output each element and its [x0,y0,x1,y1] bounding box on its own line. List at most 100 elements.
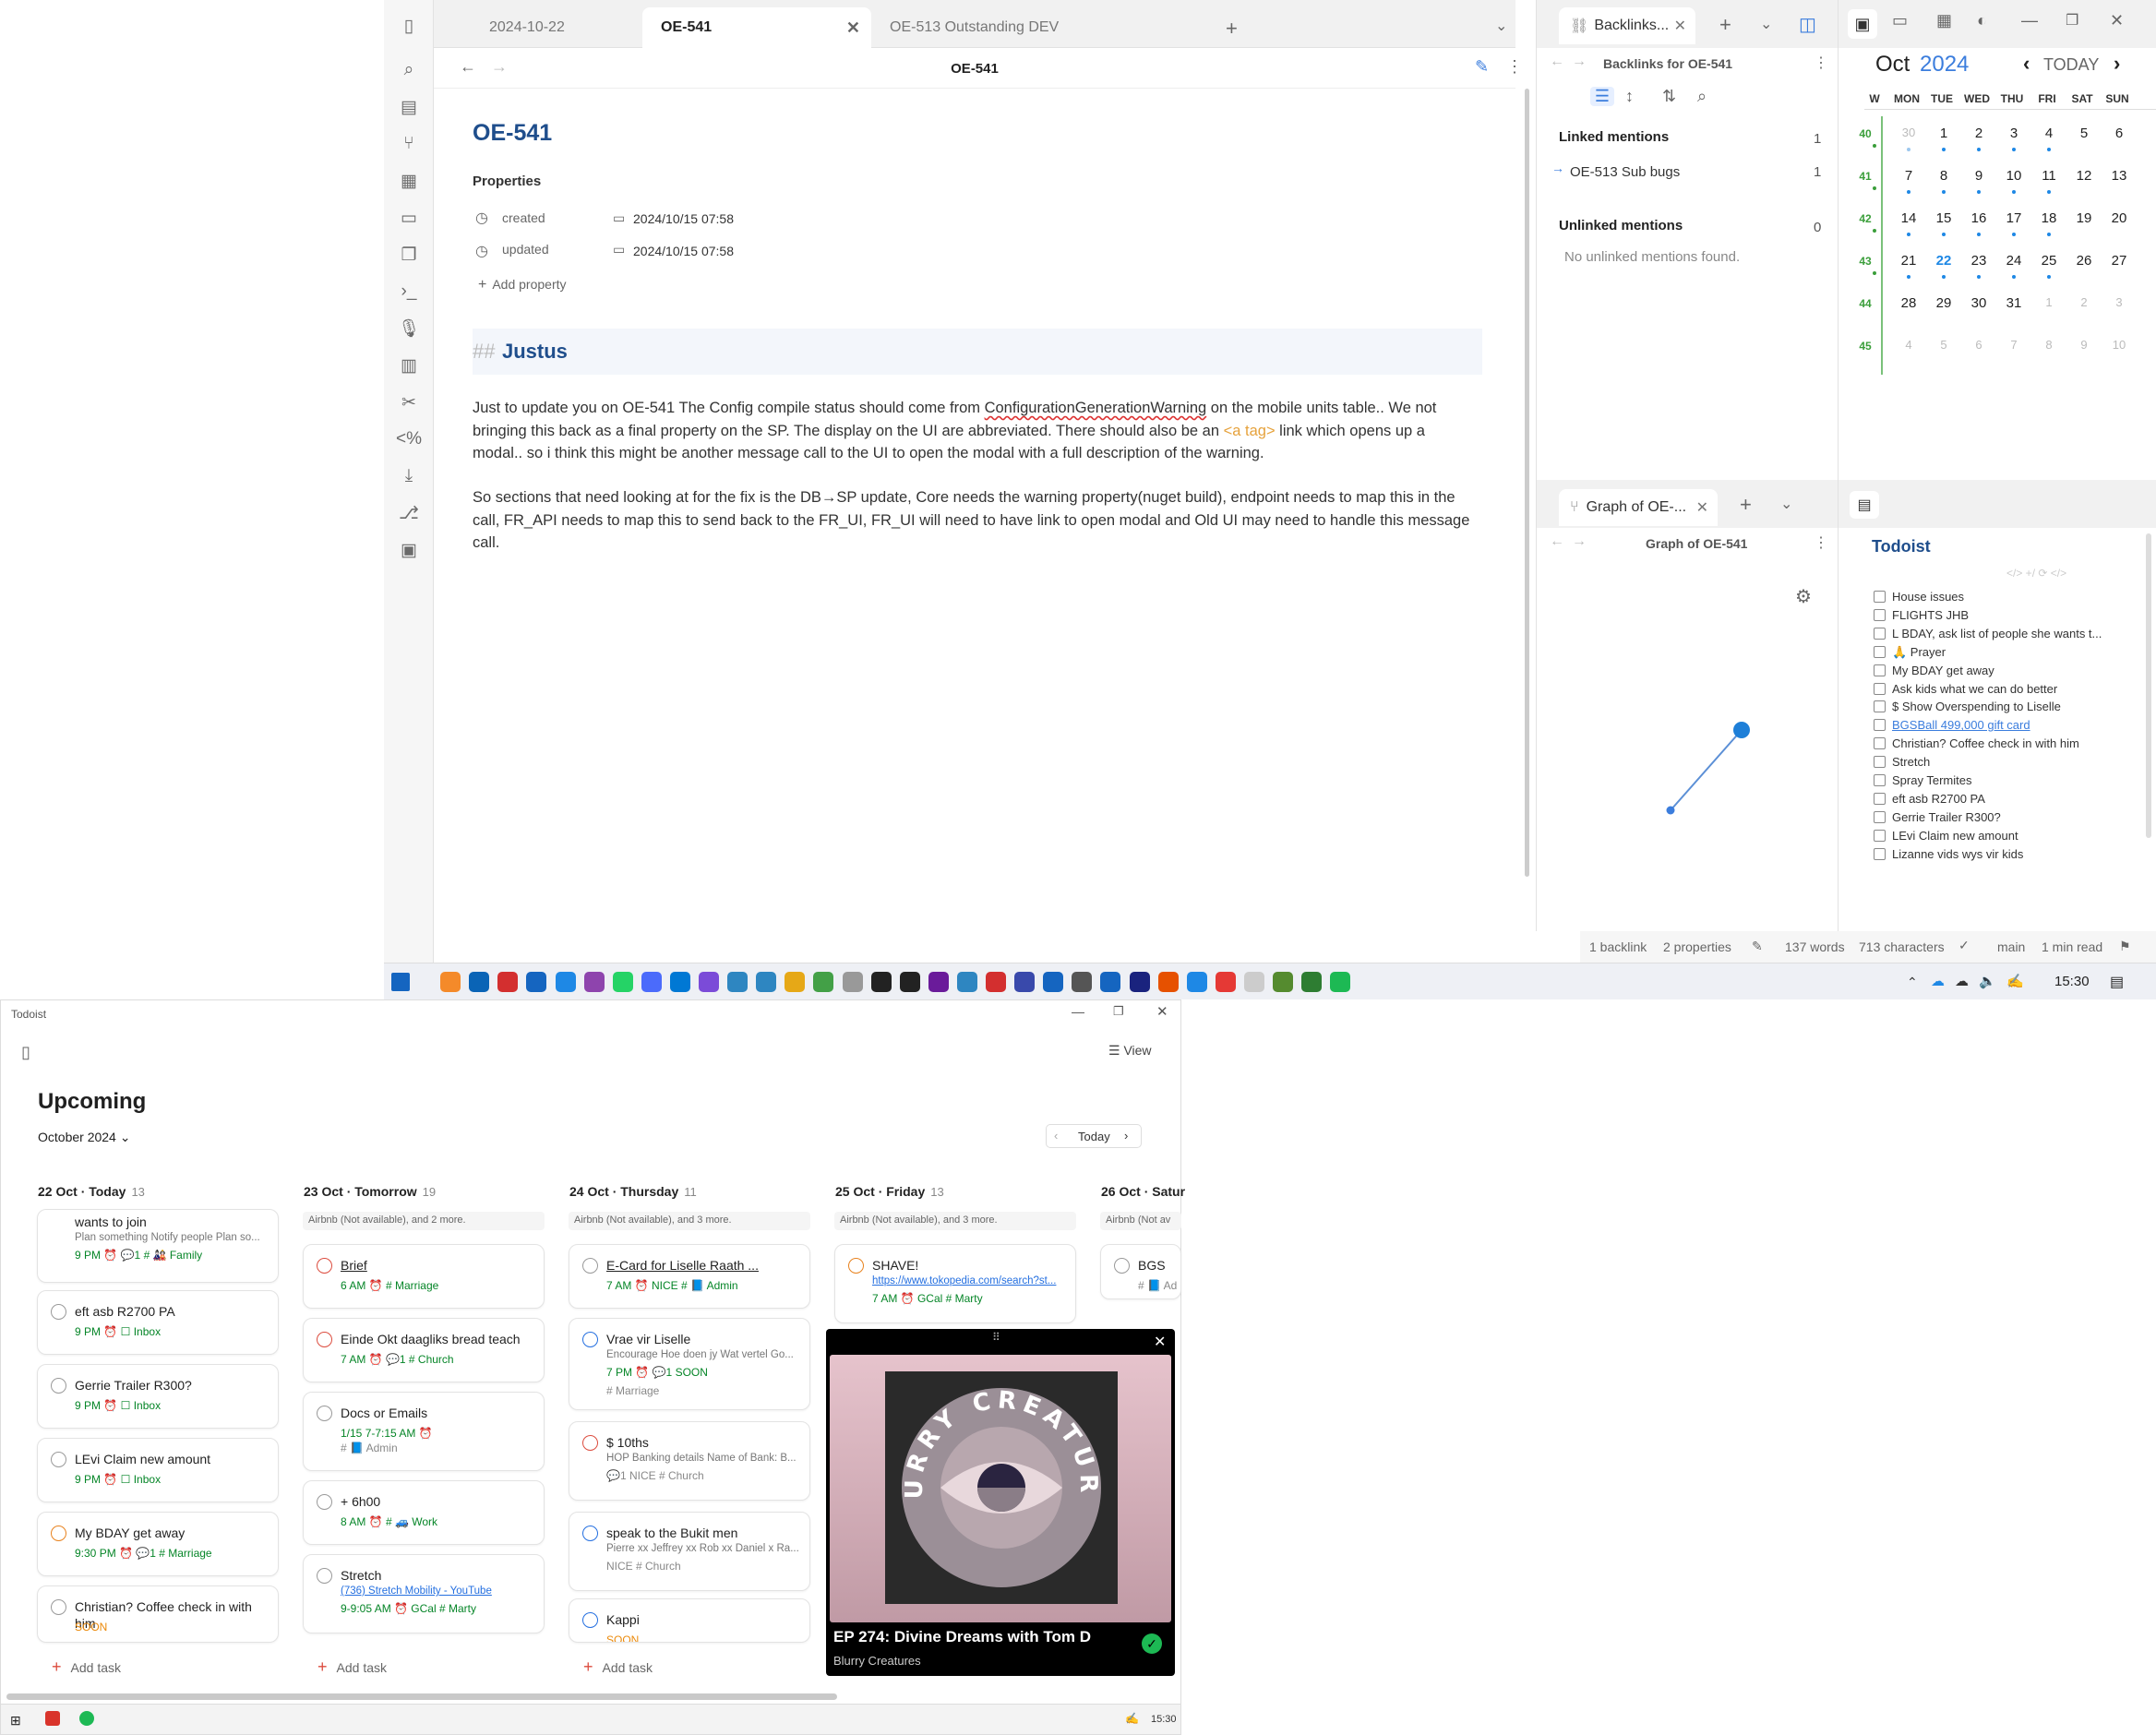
git-icon[interactable]: ⎇ [396,500,422,526]
horizontal-scrollbar[interactable] [6,1693,837,1700]
calendar-check-icon[interactable]: ▣ [1848,9,1877,39]
app-taskbar-icon[interactable] [756,972,777,992]
calendar-day[interactable]: 9 [2070,338,2098,352]
restore-icon[interactable]: ❐ [1113,1004,1124,1019]
task-card[interactable]: speak to the Bukit men Pierre xx Jeffrey … [569,1512,810,1591]
terminal-icon[interactable]: ›_ [396,279,422,305]
archive-icon[interactable]: ▭ [1892,11,1908,30]
calendar-day[interactable]: 10 [2105,338,2133,352]
graph-icon[interactable]: ⑂ [396,131,422,157]
calendar-day[interactable]: 30 [1895,126,1922,139]
todoist-plugin-item[interactable]: Ask kids what we can do better [1874,682,2057,696]
saved-check-icon[interactable]: ✓ [1142,1633,1162,1654]
task-title[interactable]: Gerrie Trailer R300? [75,1377,269,1394]
checkbox[interactable] [1874,646,1886,659]
drag-handle[interactable]: ⠿ [992,1331,1000,1344]
table-icon[interactable]: ▦ [1936,11,1952,30]
checkbox[interactable] [1874,737,1886,750]
task-title[interactable]: eft asb R2700 PA [75,1303,269,1320]
sidebar-right-icon[interactable]: ◫ [1799,13,1816,36]
tools-icon[interactable]: ✂ [396,389,422,415]
prev-week-icon[interactable]: ‹ [1054,1129,1058,1143]
tab-oe-513[interactable]: OE-513 Outstanding DEV [871,7,1077,48]
app-taskbar-icon[interactable] [986,972,1006,992]
clock[interactable]: 15:30 [2054,974,2090,989]
todoist-plugin-item[interactable]: Lizanne vids wys vir kids [1874,847,2023,861]
start-taskbar-icon[interactable] [391,973,410,991]
task-title[interactable]: My BDAY get away [75,1525,269,1541]
task-checkbox[interactable] [582,1612,598,1628]
onedrive-icon[interactable]: ☁ [1931,973,1945,989]
sidebar-toggle-icon[interactable]: ▯ [21,1043,30,1062]
episode-title[interactable]: EP 274: Divine Dreams with Tom D [833,1628,1127,1646]
calendar-day[interactable]: 17 [2000,210,2028,226]
add-task-button[interactable]: + Add task [52,1657,121,1677]
task-checkbox[interactable] [582,1435,598,1451]
sidebar-toggle-icon[interactable]: ▯ [396,13,422,39]
tray-chevron-icon[interactable]: ⌃ [1907,975,1918,990]
outlook-taskbar-icon[interactable] [469,972,490,992]
grid-icon[interactable]: ▦ [396,168,422,194]
calendar-day[interactable]: 1 [2035,295,2063,309]
mic-icon[interactable]: 🎙 [396,316,422,341]
new-tab-icon[interactable]: + [1740,493,1752,517]
calendar-day[interactable]: 22 [1930,253,1958,269]
app-taskbar-icon[interactable] [641,972,662,992]
add-task-button[interactable]: + Add task [583,1657,653,1677]
music-taskbar-icon[interactable] [870,972,892,992]
task-title[interactable]: Docs or Emails [341,1405,534,1421]
task-title[interactable]: speak to the Bukit men [606,1525,800,1541]
checkbox[interactable] [1874,719,1886,732]
chevron-down-icon[interactable]: ⌄ [1495,17,1507,35]
add-task-button[interactable]: + Add task [317,1657,387,1677]
settings-gear-icon[interactable]: ⚙ [1795,585,1812,608]
tab-daily-note[interactable]: 2024-10-22 [471,7,583,48]
todoist-plugin-item[interactable]: My BDAY get away [1874,664,1994,677]
sort-icon[interactable]: ⇅ [1662,87,1676,106]
task-title[interactable]: Brief [341,1257,534,1274]
forward-arrow-icon[interactable]: → [1572,54,1587,70]
calendar-day[interactable]: 29 [1930,295,1958,311]
calendar-day[interactable]: 31 [2000,295,2028,311]
chrome-taskbar-icon[interactable] [1215,972,1236,992]
list-icon[interactable]: ☰ [1590,87,1614,106]
property-created[interactable]: ◷ created ▭ 2024/10/15 07:58 [473,209,734,227]
search-icon[interactable]: ⌕ [1697,87,1707,106]
calendar-day[interactable]: 13 [2105,168,2133,184]
minimize-icon[interactable]: — [1072,1004,1084,1019]
task-checkbox[interactable] [317,1568,332,1584]
month-selector[interactable]: October 2024 ⌄ [38,1130,130,1145]
task-card[interactable]: Brief 6 AM ⏰ # Marriage [303,1244,545,1309]
tab-graph[interactable]: ⑂ Graph of OE-... ✕ [1559,489,1718,526]
checkbox[interactable] [1874,627,1886,640]
task-title[interactable]: + 6h00 [341,1493,534,1510]
checkbox[interactable] [1874,608,1886,621]
task-card[interactable]: $ 10ths HOP Banking details Name of Bank:… [569,1421,810,1501]
task-title[interactable]: LEvi Claim new amount [75,1451,269,1467]
calendar-day[interactable]: 21 [1895,253,1922,269]
calendar-day[interactable]: 15 [1930,210,1958,226]
close-icon[interactable]: ✕ [1696,498,1708,517]
task-checkbox[interactable] [317,1494,332,1510]
todoist-plugin-item[interactable]: L BDAY, ask list of people she wants t..… [1874,627,2102,640]
calendar-day[interactable]: 11 [2035,168,2063,184]
task-checkbox[interactable] [51,1526,66,1541]
tab-backlinks[interactable]: ⛓ Backlinks... ✕ [1559,7,1695,44]
calendar-events-bar[interactable]: Airbnb (Not available), and 3 more. [569,1212,810,1230]
calendar-day[interactable]: 14 [1895,210,1922,226]
task-title[interactable]: Kappi [606,1611,800,1628]
firefox-taskbar-icon[interactable] [1157,972,1179,992]
pencil-icon[interactable]: ✎ [1752,939,1763,954]
prev-month-icon[interactable]: ‹ [2023,52,2030,76]
file-icon[interactable]: ▤ [396,94,422,120]
clock[interactable]: 15:30 [1151,1714,1177,1725]
calendar-day[interactable]: 2 [2070,295,2098,309]
copy-icon[interactable]: ❐ [396,242,422,268]
calendar-icon[interactable]: ▭ [396,205,422,231]
task-checkbox[interactable] [317,1258,332,1274]
task-title[interactable]: SHAVE! [872,1257,1066,1274]
office-taskbar-icon[interactable] [497,972,519,992]
todoist-plugin-item[interactable]: LEvi Claim new amount [1874,829,2018,843]
calendar-day[interactable]: 8 [2035,338,2063,352]
task-card[interactable]: Kappi SOON [569,1598,810,1643]
